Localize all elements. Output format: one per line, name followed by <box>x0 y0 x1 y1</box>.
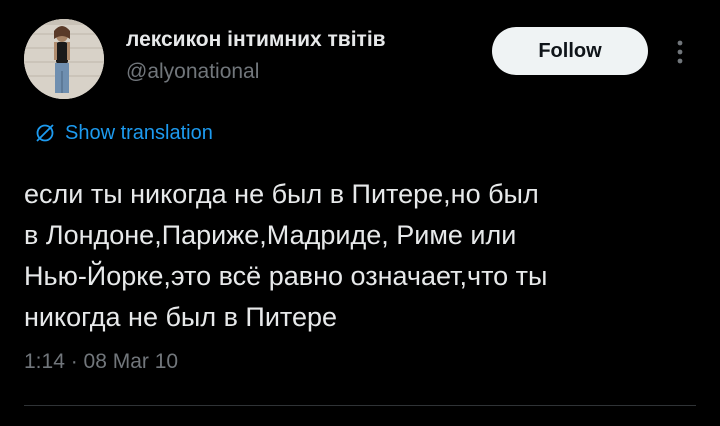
tweet-timestamp[interactable]: 1:14 · 08 Mar 10 <box>24 350 178 374</box>
show-translation-row[interactable]: Show translation <box>33 120 213 146</box>
avatar-photo <box>24 19 104 99</box>
globe-icon <box>36 124 54 142</box>
divider <box>24 405 696 406</box>
more-vertical-icon[interactable] <box>670 37 690 67</box>
show-translation-link[interactable]: Show translation <box>65 122 213 145</box>
follow-button[interactable]: Follow <box>492 27 648 75</box>
author-handle[interactable]: @alyonational <box>126 60 259 84</box>
avatar[interactable] <box>24 19 104 99</box>
tweet-text: если ты никогда не был в Питере,но был в… <box>24 179 548 332</box>
author-display-name[interactable]: лексикон інтимних твітів <box>126 28 386 52</box>
